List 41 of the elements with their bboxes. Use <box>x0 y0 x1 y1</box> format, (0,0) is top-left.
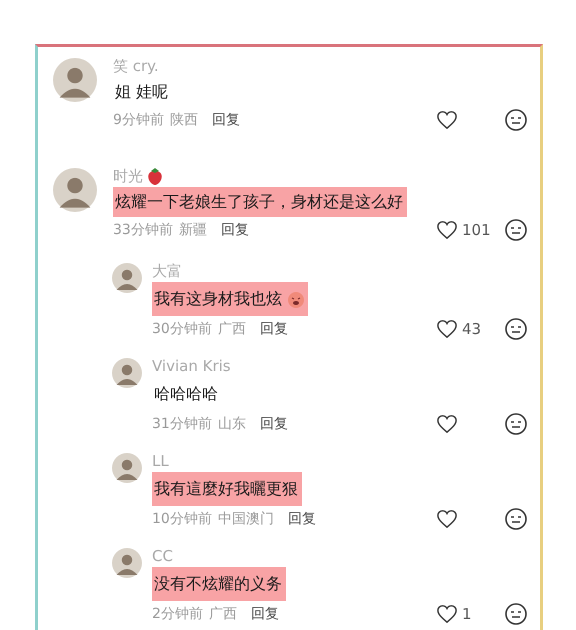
avatar[interactable] <box>112 358 142 388</box>
unhappy-face-icon[interactable] <box>504 317 528 341</box>
unhappy-face-icon[interactable] <box>504 218 528 242</box>
comment-time: 31分钟前 <box>152 415 212 433</box>
heart-icon[interactable] <box>436 509 458 529</box>
avatar[interactable] <box>112 263 142 293</box>
unhappy-face-icon[interactable] <box>504 507 528 531</box>
comment-location: 广西 <box>208 605 237 623</box>
reply-link[interactable]: 回复 <box>250 605 279 623</box>
comment-time: 33分钟前 <box>113 221 173 239</box>
comment-text: 哈哈哈哈 <box>153 382 219 404</box>
comment-text: 姐 娃呢 <box>114 80 170 102</box>
comment-location: 广西 <box>218 320 246 338</box>
reply-link[interactable]: 回复 <box>288 510 316 528</box>
comment-time: 9分钟前 <box>113 111 164 129</box>
comment-time: 10分钟前 <box>152 510 212 528</box>
avatar[interactable] <box>53 58 97 102</box>
heart-icon[interactable] <box>436 110 458 130</box>
comment-location: 新疆 <box>178 221 207 239</box>
comment-location: 中国澳门 <box>218 510 274 528</box>
like-count: 101 <box>462 221 491 239</box>
reply-link[interactable]: 回复 <box>220 221 249 239</box>
heart-icon[interactable] <box>436 414 458 434</box>
like-count: 43 <box>462 320 482 338</box>
unhappy-face-icon[interactable] <box>504 602 528 626</box>
reply-link[interactable]: 回复 <box>212 111 240 129</box>
heart-icon[interactable] <box>436 319 458 339</box>
heart-icon[interactable] <box>436 220 458 240</box>
avatar[interactable] <box>112 548 142 578</box>
comment-location: 山东 <box>218 415 246 433</box>
unhappy-face-icon[interactable] <box>504 108 528 132</box>
reply-link[interactable]: 回复 <box>260 320 288 338</box>
comment-time: 2分钟前 <box>152 605 203 623</box>
like-count: 1 <box>462 605 472 623</box>
heart-icon[interactable] <box>436 604 458 624</box>
comment-location: 陕西 <box>170 111 198 129</box>
reply-link[interactable]: 回复 <box>260 415 288 433</box>
avatar[interactable] <box>112 453 142 483</box>
unhappy-face-icon[interactable] <box>504 412 528 436</box>
avatar[interactable] <box>53 168 97 212</box>
comment-time: 30分钟前 <box>152 320 212 338</box>
